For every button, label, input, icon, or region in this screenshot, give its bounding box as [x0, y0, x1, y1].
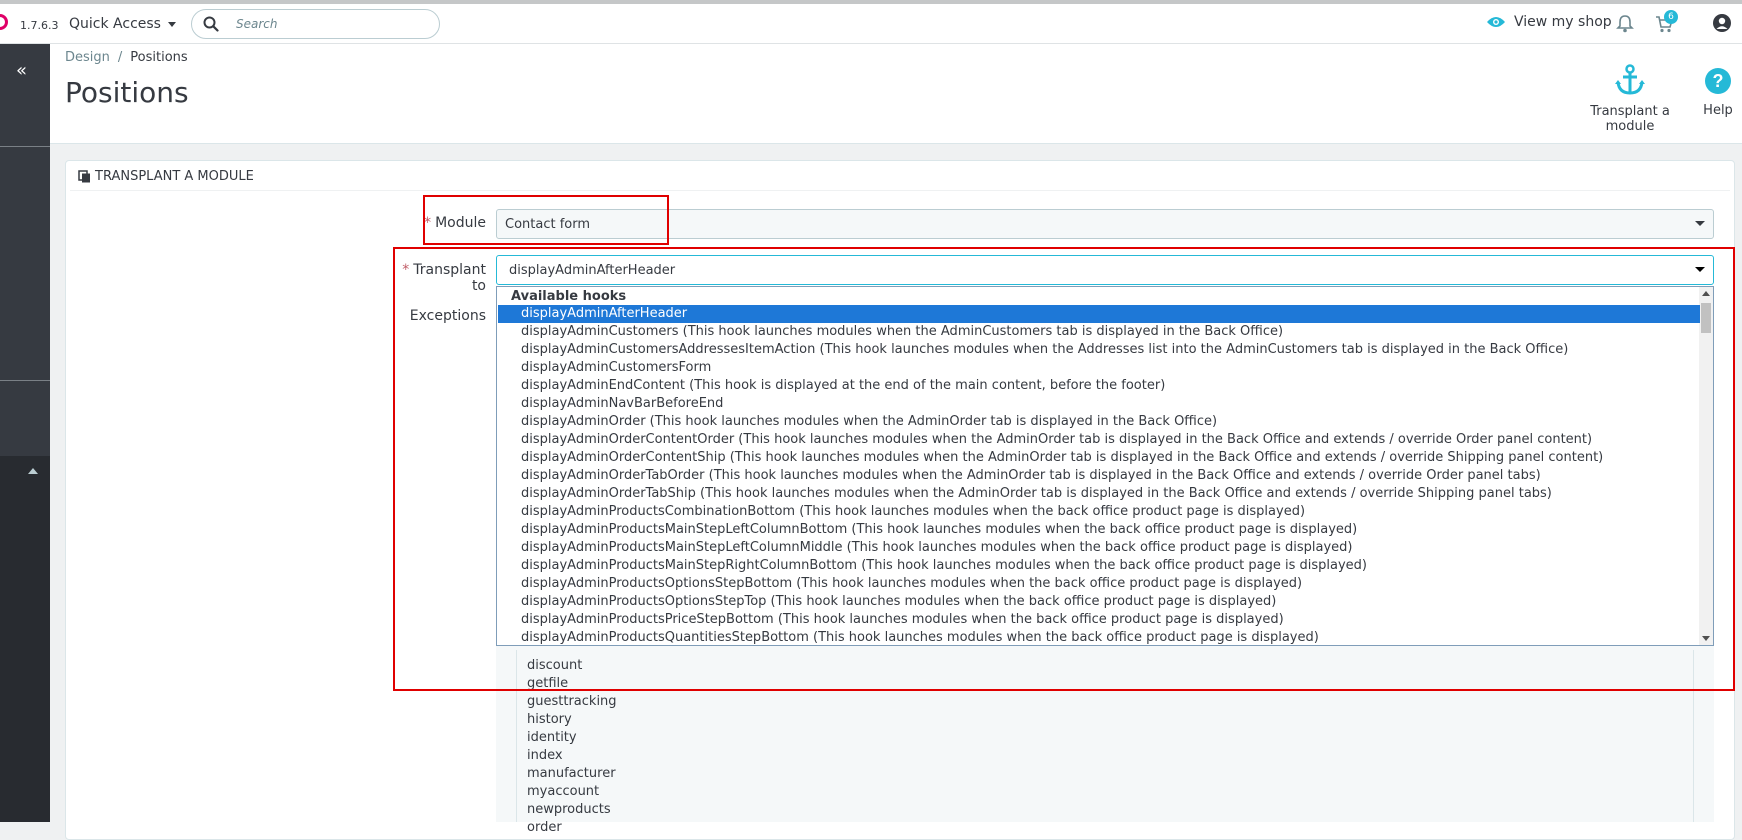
orders-badge: 6 [1664, 10, 1678, 24]
anchor-icon [1615, 64, 1645, 95]
version-label: 1.7.6.3 [20, 19, 59, 32]
exception-item[interactable]: discount [527, 658, 582, 673]
svg-text:?: ? [1713, 71, 1724, 91]
hook-option[interactable]: displayAdminProductsMainStepRightColumnB… [498, 557, 1700, 575]
eye-icon [1487, 17, 1505, 27]
panel-heading: Transplant a module [78, 169, 254, 184]
collapse-sidebar-icon[interactable]: « [16, 60, 27, 81]
breadcrumb-current: Positions [130, 50, 188, 65]
panel-divider [70, 190, 1730, 191]
exceptions-list[interactable]: discount getfile guesttracking history ident… [516, 650, 1694, 835]
exception-item[interactable]: guesttracking [527, 694, 617, 709]
hook-option[interactable]: displayAdminAfterHeader [498, 305, 1700, 323]
user-avatar-icon[interactable] [1712, 13, 1732, 33]
hook-option[interactable]: displayAdminProductsOptionsStepBottom (T… [498, 575, 1700, 593]
bell-icon[interactable] [1616, 14, 1634, 33]
exception-item[interactable]: getfile [527, 676, 568, 691]
exception-item[interactable]: index [527, 748, 563, 763]
sidebar-submenu [0, 456, 50, 822]
sidebar-divider [0, 146, 50, 147]
transplant-to-value: displayAdminAfterHeader [509, 262, 676, 278]
transplant-module-label: Transplant a module [1590, 104, 1670, 134]
hook-option[interactable]: displayAdminProductsQuantitiesStepBottom… [498, 629, 1700, 645]
scroll-up-icon[interactable] [1702, 291, 1710, 296]
hook-option[interactable]: displayAdminOrder (This hook launches mo… [498, 413, 1700, 431]
available-hooks-group-label: Available hooks [511, 289, 627, 304]
exception-item[interactable]: myaccount [527, 784, 599, 799]
hooks-dropdown-list[interactable]: Available hooks displayAdminAfterHeader d… [496, 286, 1714, 646]
exceptions-label: Exceptions [409, 308, 486, 324]
page-header [50, 44, 1742, 144]
hook-option[interactable]: displayAdminProductsMainStepLeftColumnBo… [498, 521, 1700, 539]
search-icon[interactable] [203, 16, 219, 32]
scrollbar-thumb[interactable] [1701, 303, 1711, 333]
transplant-to-label: * Transplant to [390, 262, 486, 294]
panel-heading-text: Transplant a module [95, 169, 254, 184]
help-label: Help [1703, 103, 1733, 118]
breadcrumb-design[interactable]: Design [65, 50, 110, 65]
transplant-to-label-text: Transplant to [413, 262, 486, 294]
caret-down-icon [1695, 221, 1705, 226]
quick-access-dropdown[interactable]: Quick Access [69, 16, 177, 32]
breadcrumb-separator: / [117, 50, 123, 65]
required-star: * [402, 262, 410, 278]
transplant-to-select[interactable]: displayAdminAfterHeader [496, 255, 1714, 285]
module-select-value: Contact form [505, 216, 591, 232]
caret-down-icon [1695, 267, 1705, 272]
search-input[interactable] [234, 15, 424, 33]
dropdown-scrollbar[interactable] [1699, 287, 1713, 645]
hook-option[interactable]: displayAdminCustomersAddressesItemAction… [498, 341, 1700, 359]
hook-option[interactable]: displayAdminProductsPriceStepBottom (Thi… [498, 611, 1700, 629]
view-my-shop-link[interactable]: View my shop [1486, 14, 1612, 30]
module-label: * Module [400, 215, 486, 231]
chevron-up-icon[interactable] [28, 468, 38, 474]
exception-item[interactable]: order [527, 820, 562, 835]
exception-item[interactable]: identity [527, 730, 577, 745]
hook-option[interactable]: displayAdminNavBarBeforeEnd [498, 395, 1700, 413]
caret-down-icon [168, 21, 177, 27]
hook-option[interactable]: displayAdminProductsCombinationBottom (T… [498, 503, 1700, 521]
transplant-module-button[interactable]: Transplant a module [1565, 64, 1695, 134]
view-my-shop-label: View my shop [1514, 14, 1612, 30]
copy-icon [78, 170, 90, 183]
exception-item[interactable]: history [527, 712, 572, 727]
hook-option[interactable]: displayAdminOrderTabShip (This hook laun… [498, 485, 1700, 503]
required-star: * [424, 215, 432, 231]
hook-option[interactable]: displayAdminEndContent (This hook is dis… [498, 377, 1700, 395]
help-button[interactable]: ? Help [1700, 67, 1736, 118]
hook-option[interactable]: displayAdminOrderContentOrder (This hook… [498, 431, 1700, 449]
quick-access-label: Quick Access [69, 16, 161, 32]
breadcrumb: Design / Positions [65, 50, 188, 65]
hook-option[interactable]: displayAdminProductsMainStepLeftColumnMi… [498, 539, 1700, 557]
module-select[interactable]: Contact form [496, 209, 1714, 239]
exception-item[interactable]: manufacturer [527, 766, 616, 781]
hook-option[interactable]: displayAdminProductsOptionsStepTop (This… [498, 593, 1700, 611]
scroll-down-icon[interactable] [1702, 636, 1710, 641]
hook-option[interactable]: displayAdminCustomersForm [498, 359, 1700, 377]
sidebar-divider [0, 380, 50, 381]
hook-option[interactable]: displayAdminOrderTabOrder (This hook lau… [498, 467, 1700, 485]
module-label-text: Module [435, 215, 486, 231]
search-box [191, 9, 440, 39]
help-icon: ? [1705, 68, 1731, 94]
exception-item[interactable]: newproducts [527, 802, 611, 817]
hook-option[interactable]: displayAdminCustomers (This hook launche… [498, 323, 1700, 341]
hook-option[interactable]: displayAdminOrderContentShip (This hook … [498, 449, 1700, 467]
page-title: Positions [65, 76, 189, 109]
